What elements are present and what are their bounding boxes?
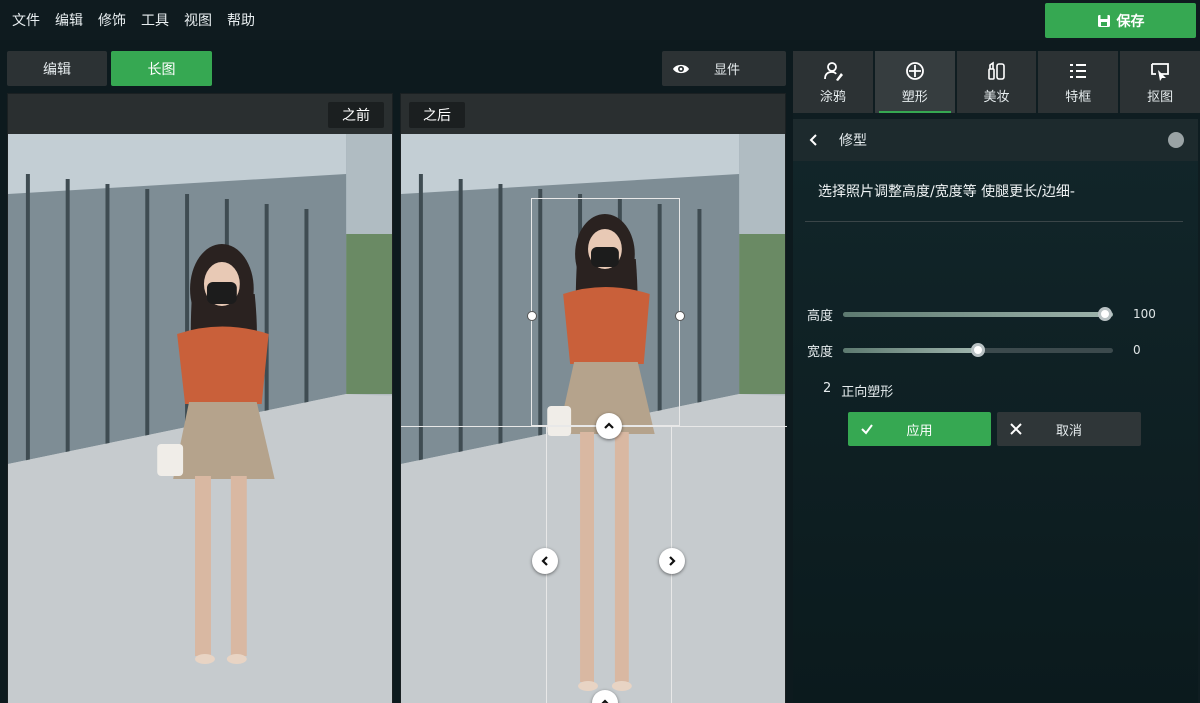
eye-icon [673,64,689,73]
menu-retouch[interactable]: 修饰 [98,10,126,30]
apply-button[interactable]: 应用 [848,412,991,446]
before-photo [8,134,392,703]
menu-file[interactable]: 文件 [12,10,40,30]
right-resize-handle[interactable] [675,311,685,321]
edit-mode-button[interactable]: 编辑 [7,51,107,86]
tool-tabs: 涂鸦 塑形 美妆 特框 抠图 [793,51,1200,113]
right-panel: 涂鸦 塑形 美妆 特框 抠图 修型 选择照片调整高度/宽度等 使腿更长/边细- … [793,51,1200,703]
reshape-panel-title: 修型 [839,133,867,149]
close-icon [1010,423,1022,435]
height-slider-fill [843,312,1113,317]
after-panel-header: 之后 [401,94,785,134]
list-icon [1070,63,1087,78]
reset-icon[interactable] [1168,132,1184,148]
cutout-icon [1151,62,1169,81]
tab-reshape[interactable]: 塑形 [874,51,955,113]
floppy-disk-icon [1097,14,1110,27]
height-slider-value: 100 [1133,307,1156,321]
crosshair-icon [905,61,924,80]
compare-button[interactable]: 显件 [662,51,786,86]
compare-button-label: 显件 [714,63,741,78]
menu-tools[interactable]: 工具 [141,10,169,30]
reshape-description: 选择照片调整高度/宽度等 使腿更长/边细- [818,184,1075,200]
narrow-left-handle[interactable] [532,548,558,574]
after-photo [401,134,785,703]
reshape-option[interactable]: 2 正向塑形 [823,381,893,400]
tab-doodle[interactable]: 涂鸦 [793,51,873,113]
stretch-up-handle[interactable] [596,413,622,439]
tab-doodle-label: 涂鸦 [819,89,846,105]
tab-cutout[interactable]: 抠图 [1120,51,1200,113]
height-slider-label: 高度 [807,308,834,324]
save-button-label: 保存 [1116,13,1145,30]
width-slider-fill [843,348,978,353]
cancel-button[interactable]: 取消 [997,412,1141,446]
chevron-up-icon [604,422,614,429]
chevron-up-icon [601,699,609,703]
tab-frame-label: 特框 [1065,89,1092,105]
tab-reshape-label: 塑形 [901,89,928,105]
brush-user-icon [823,61,843,81]
after-panel: 之后 [400,93,787,703]
menu-help[interactable]: 帮助 [227,10,255,30]
height-slider-track[interactable] [843,307,1113,321]
left-resize-handle[interactable] [527,311,537,321]
menu-bar: 文件 编辑 修饰 工具 视图 帮助 保存 [0,0,1200,40]
after-label: 之后 [409,102,465,128]
width-slider-row: 宽度 0 [807,340,1177,360]
height-slider-row: 高度 100 [807,304,1177,324]
before-panel-header: 之前 [8,94,392,134]
tab-cutout-label: 抠图 [1147,89,1174,105]
tab-frame[interactable]: 特框 [1038,51,1119,113]
reshape-panel: 修型 选择照片调整高度/宽度等 使腿更长/边细- 高度 100 宽度 0 2 正… [793,119,1198,703]
makeup-icon [988,61,1006,80]
long-image-mode-button[interactable]: 长图 [111,51,212,86]
chevron-right-icon [669,556,676,566]
menu-edit[interactable]: 编辑 [55,10,83,30]
narrow-right-handle[interactable] [659,548,685,574]
width-slider-thumb[interactable] [971,343,985,357]
before-panel: 之前 [7,93,393,703]
tab-makeup-label: 美妆 [983,89,1010,105]
chevron-left-icon[interactable] [807,133,821,147]
width-slider-label: 宽度 [807,344,834,360]
chevron-left-icon [541,556,548,566]
tab-makeup[interactable]: 美妆 [956,51,1037,113]
before-label: 之前 [328,102,384,128]
divider [805,221,1183,222]
width-slider-track[interactable] [843,343,1113,357]
save-button[interactable]: 保存 [1045,3,1196,38]
reshape-option-label: 正向塑形 [841,385,894,400]
menu-view[interactable]: 视图 [184,10,212,30]
height-slider-thumb[interactable] [1098,307,1112,321]
reshape-panel-header: 修型 [793,119,1198,161]
width-slider-value: 0 [1133,343,1141,357]
check-icon [861,424,873,435]
reshape-option-number: 2 [823,381,832,396]
